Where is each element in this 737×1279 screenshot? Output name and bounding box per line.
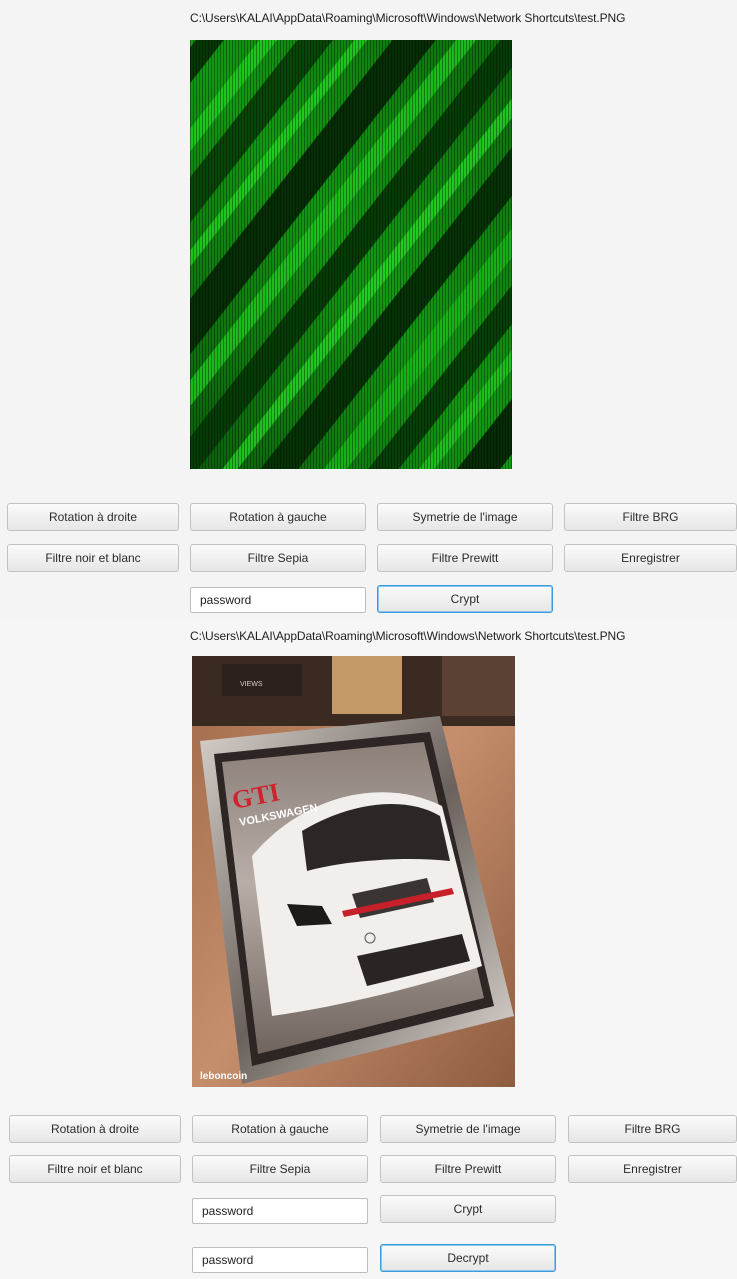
- file-path-label: C:\Users\KALAI\AppData\Roaming\Microsoft…: [190, 11, 626, 25]
- filter-prewitt-button[interactable]: Filtre Prewitt: [380, 1155, 556, 1183]
- save-button[interactable]: Enregistrer: [564, 544, 737, 572]
- decrypt-password-input[interactable]: [192, 1247, 368, 1273]
- password-input[interactable]: [190, 587, 366, 613]
- encrypted-image: [190, 40, 512, 469]
- filter-bw-button[interactable]: Filtre noir et blanc: [7, 544, 179, 572]
- crypt-button[interactable]: Crypt: [380, 1195, 556, 1223]
- password-input[interactable]: [192, 1198, 368, 1224]
- box-label: VIEWS: [240, 681, 263, 688]
- crypt-button[interactable]: Crypt: [377, 585, 553, 613]
- save-button[interactable]: Enregistrer: [568, 1155, 737, 1183]
- filter-bw-button[interactable]: Filtre noir et blanc: [9, 1155, 181, 1183]
- leboncoin-watermark: leboncoin: [200, 1071, 247, 1082]
- file-path-label: C:\Users\KALAI\AppData\Roaming\Microsoft…: [190, 629, 626, 643]
- editor-panel-encrypted: C:\Users\KALAI\AppData\Roaming\Microsoft…: [0, 0, 737, 620]
- filter-prewitt-button[interactable]: Filtre Prewitt: [377, 544, 553, 572]
- rotate-right-button[interactable]: Rotation à droite: [7, 503, 179, 531]
- filter-brg-button[interactable]: Filtre BRG: [564, 503, 737, 531]
- symmetry-button[interactable]: Symetrie de l'image: [377, 503, 553, 531]
- editor-panel-decrypted: C:\Users\KALAI\AppData\Roaming\Microsoft…: [0, 620, 737, 1279]
- filter-sepia-button[interactable]: Filtre Sepia: [192, 1155, 368, 1183]
- decrypted-photo: VIEWS GTI VOLKSWAGEN leboncoin: [192, 656, 515, 1087]
- rotate-left-button[interactable]: Rotation à gauche: [192, 1115, 368, 1143]
- filter-sepia-button[interactable]: Filtre Sepia: [190, 544, 366, 572]
- symmetry-button[interactable]: Symetrie de l'image: [380, 1115, 556, 1143]
- filter-brg-button[interactable]: Filtre BRG: [568, 1115, 737, 1143]
- rotate-left-button[interactable]: Rotation à gauche: [190, 503, 366, 531]
- decrypt-button[interactable]: Decrypt: [380, 1244, 556, 1272]
- rotate-right-button[interactable]: Rotation à droite: [9, 1115, 181, 1143]
